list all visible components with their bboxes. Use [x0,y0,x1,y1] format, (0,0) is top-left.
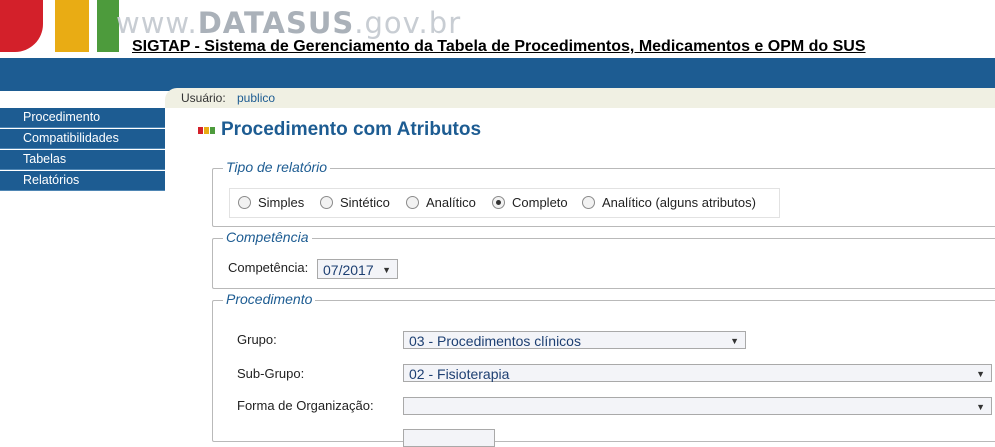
sidebar-item-tabelas[interactable]: Tabelas [0,150,165,170]
subgrupo-value: 02 - Fisioterapia [409,366,510,382]
user-name: publico [237,91,276,105]
radio-dot[interactable] [320,196,333,209]
radio-dot[interactable] [406,196,419,209]
page-title: Procedimento com Atributos [221,119,482,140]
radio-label: Analítico (alguns atributos) [602,195,756,210]
sidebar-item-procedimento[interactable]: Procedimento [0,108,165,128]
title-color-icon [198,127,215,134]
competencia-value: 07/2017 [323,262,374,278]
chevron-down-icon: ▼ [730,336,739,346]
report-type-fieldset: Tipo de relatório Simples Sintético Anal… [212,159,995,227]
next-select[interactable] [403,429,495,447]
header-band [0,58,995,91]
chevron-down-icon: ▼ [976,402,985,412]
forma-label: Forma de Organização: [237,398,374,413]
user-bar: Usuário: publico [165,88,995,108]
radio-dot[interactable] [238,196,251,209]
subgrupo-label: Sub-Grupo: [237,366,305,381]
report-type-legend: Tipo de relatório [223,159,331,175]
competencia-legend: Competência [223,229,312,245]
logo-yellow-block [55,0,89,52]
radio-label: Completo [512,195,568,210]
competencia-label: Competência: [228,260,309,275]
radio-dot[interactable] [582,196,595,209]
site-header: www.DATASUS.gov.br SIGTAP - Sistema de G… [0,0,995,58]
radio-dot-selected[interactable] [492,196,505,209]
brand-url[interactable]: www.DATASUS.gov.br [116,6,461,40]
sidebar-item-compatibilidades[interactable]: Compatibilidades [0,129,165,149]
subgrupo-select[interactable]: 02 - Fisioterapia ▼ [403,364,992,382]
radio-label: Simples [258,195,305,210]
brand-prefix: www. [116,6,198,40]
system-title-link[interactable]: SIGTAP - Sistema de Gerenciamento da Tab… [132,38,866,56]
forma-select[interactable]: ▼ [403,397,992,415]
radio-label: Analítico [426,195,476,210]
grupo-value: 03 - Procedimentos clínicos [409,333,581,349]
grupo-label: Grupo: [237,332,277,347]
grupo-select[interactable]: 03 - Procedimentos clínicos ▼ [403,331,746,349]
competencia-select[interactable]: 07/2017 ▼ [317,259,398,279]
procedimento-legend: Procedimento [223,291,316,307]
procedimento-fieldset: Procedimento Grupo: 03 - Procedimentos c… [212,291,995,447]
report-type-radio-group: Simples Sintético Analítico Completo Ana… [229,188,780,218]
brand-name: DATASUS [197,6,355,40]
brand-suffix: .gov.br [354,6,462,40]
chevron-down-icon: ▼ [382,265,391,275]
logo-red-block [0,0,43,52]
sidebar-item-relatorios[interactable]: Relatórios [0,171,165,191]
competencia-fieldset: Competência Competência: 07/2017 ▼ [212,229,995,289]
datasus-logo [0,0,119,52]
chevron-down-icon: ▼ [976,369,985,379]
radio-label: Sintético [340,195,390,210]
user-label: Usuário: [181,91,226,105]
sidebar-nav: Procedimento Compatibilidades Tabelas Re… [0,108,165,192]
